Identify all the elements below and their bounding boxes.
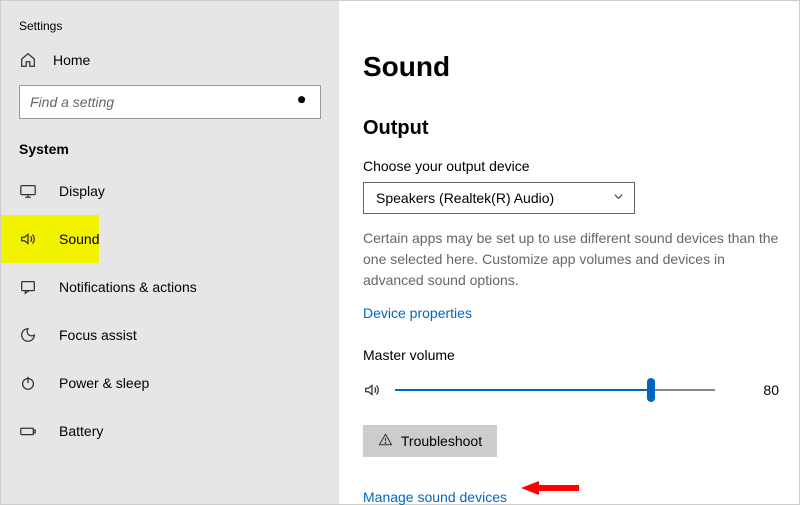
focus-icon (19, 326, 37, 344)
power-icon (19, 374, 37, 392)
nav-list: Display Sound Notifications & actions Fo… (1, 167, 339, 455)
sidebar-item-sound[interactable]: Sound (1, 215, 99, 263)
output-device-selected: Speakers (Realtek(R) Audio) (376, 190, 554, 206)
master-volume-row: 80 (363, 381, 783, 399)
notifications-icon (19, 278, 37, 296)
app-title: Settings (1, 19, 339, 41)
output-section-title: Output (363, 117, 783, 140)
sidebar-item-label: Sound (59, 231, 99, 247)
troubleshoot-label: Troubleshoot (401, 433, 482, 449)
sidebar-item-focus[interactable]: Focus assist (1, 311, 339, 359)
sidebar-item-battery[interactable]: Battery (1, 407, 339, 455)
volume-slider-thumb[interactable] (647, 378, 655, 402)
output-helper-text: Certain apps may be set up to use differ… (363, 228, 783, 291)
sidebar-item-label: Display (59, 183, 105, 199)
display-icon (19, 182, 37, 200)
device-properties-link[interactable]: Device properties (363, 305, 472, 321)
output-device-select[interactable]: Speakers (Realtek(R) Audio) (363, 182, 635, 214)
sidebar-item-label: Notifications & actions (59, 279, 197, 295)
home-icon (19, 51, 37, 69)
page-title: Sound (363, 51, 783, 83)
content: Sound Output Choose your output device S… (339, 1, 799, 504)
output-device-label: Choose your output device (363, 158, 783, 174)
sidebar-item-label: Focus assist (59, 327, 137, 343)
sidebar-item-label: Battery (59, 423, 103, 439)
volume-value: 80 (763, 382, 783, 398)
volume-icon[interactable] (363, 381, 381, 399)
sidebar-home-label: Home (53, 52, 90, 68)
search-icon (296, 94, 310, 111)
sidebar-item-notifications[interactable]: Notifications & actions (1, 263, 339, 311)
sidebar-home[interactable]: Home (1, 41, 339, 85)
manage-sound-devices-link[interactable]: Manage sound devices (363, 489, 507, 505)
annotation-arrow-icon (521, 478, 581, 503)
sidebar: Settings Home System Display (1, 1, 339, 504)
battery-icon (19, 422, 37, 440)
volume-slider[interactable] (395, 389, 715, 391)
sound-icon (19, 230, 37, 248)
volume-slider-fill (395, 389, 651, 391)
search-input[interactable] (30, 94, 296, 110)
sidebar-item-label: Power & sleep (59, 375, 149, 391)
sidebar-item-power[interactable]: Power & sleep (1, 359, 339, 407)
sidebar-item-display[interactable]: Display (1, 167, 339, 215)
master-volume-label: Master volume (363, 347, 783, 363)
search-input-wrap[interactable] (19, 85, 321, 119)
troubleshoot-button[interactable]: Troubleshoot (363, 425, 497, 457)
warning-icon (378, 432, 393, 450)
sidebar-heading: System (1, 137, 339, 167)
chevron-down-icon (613, 191, 624, 205)
